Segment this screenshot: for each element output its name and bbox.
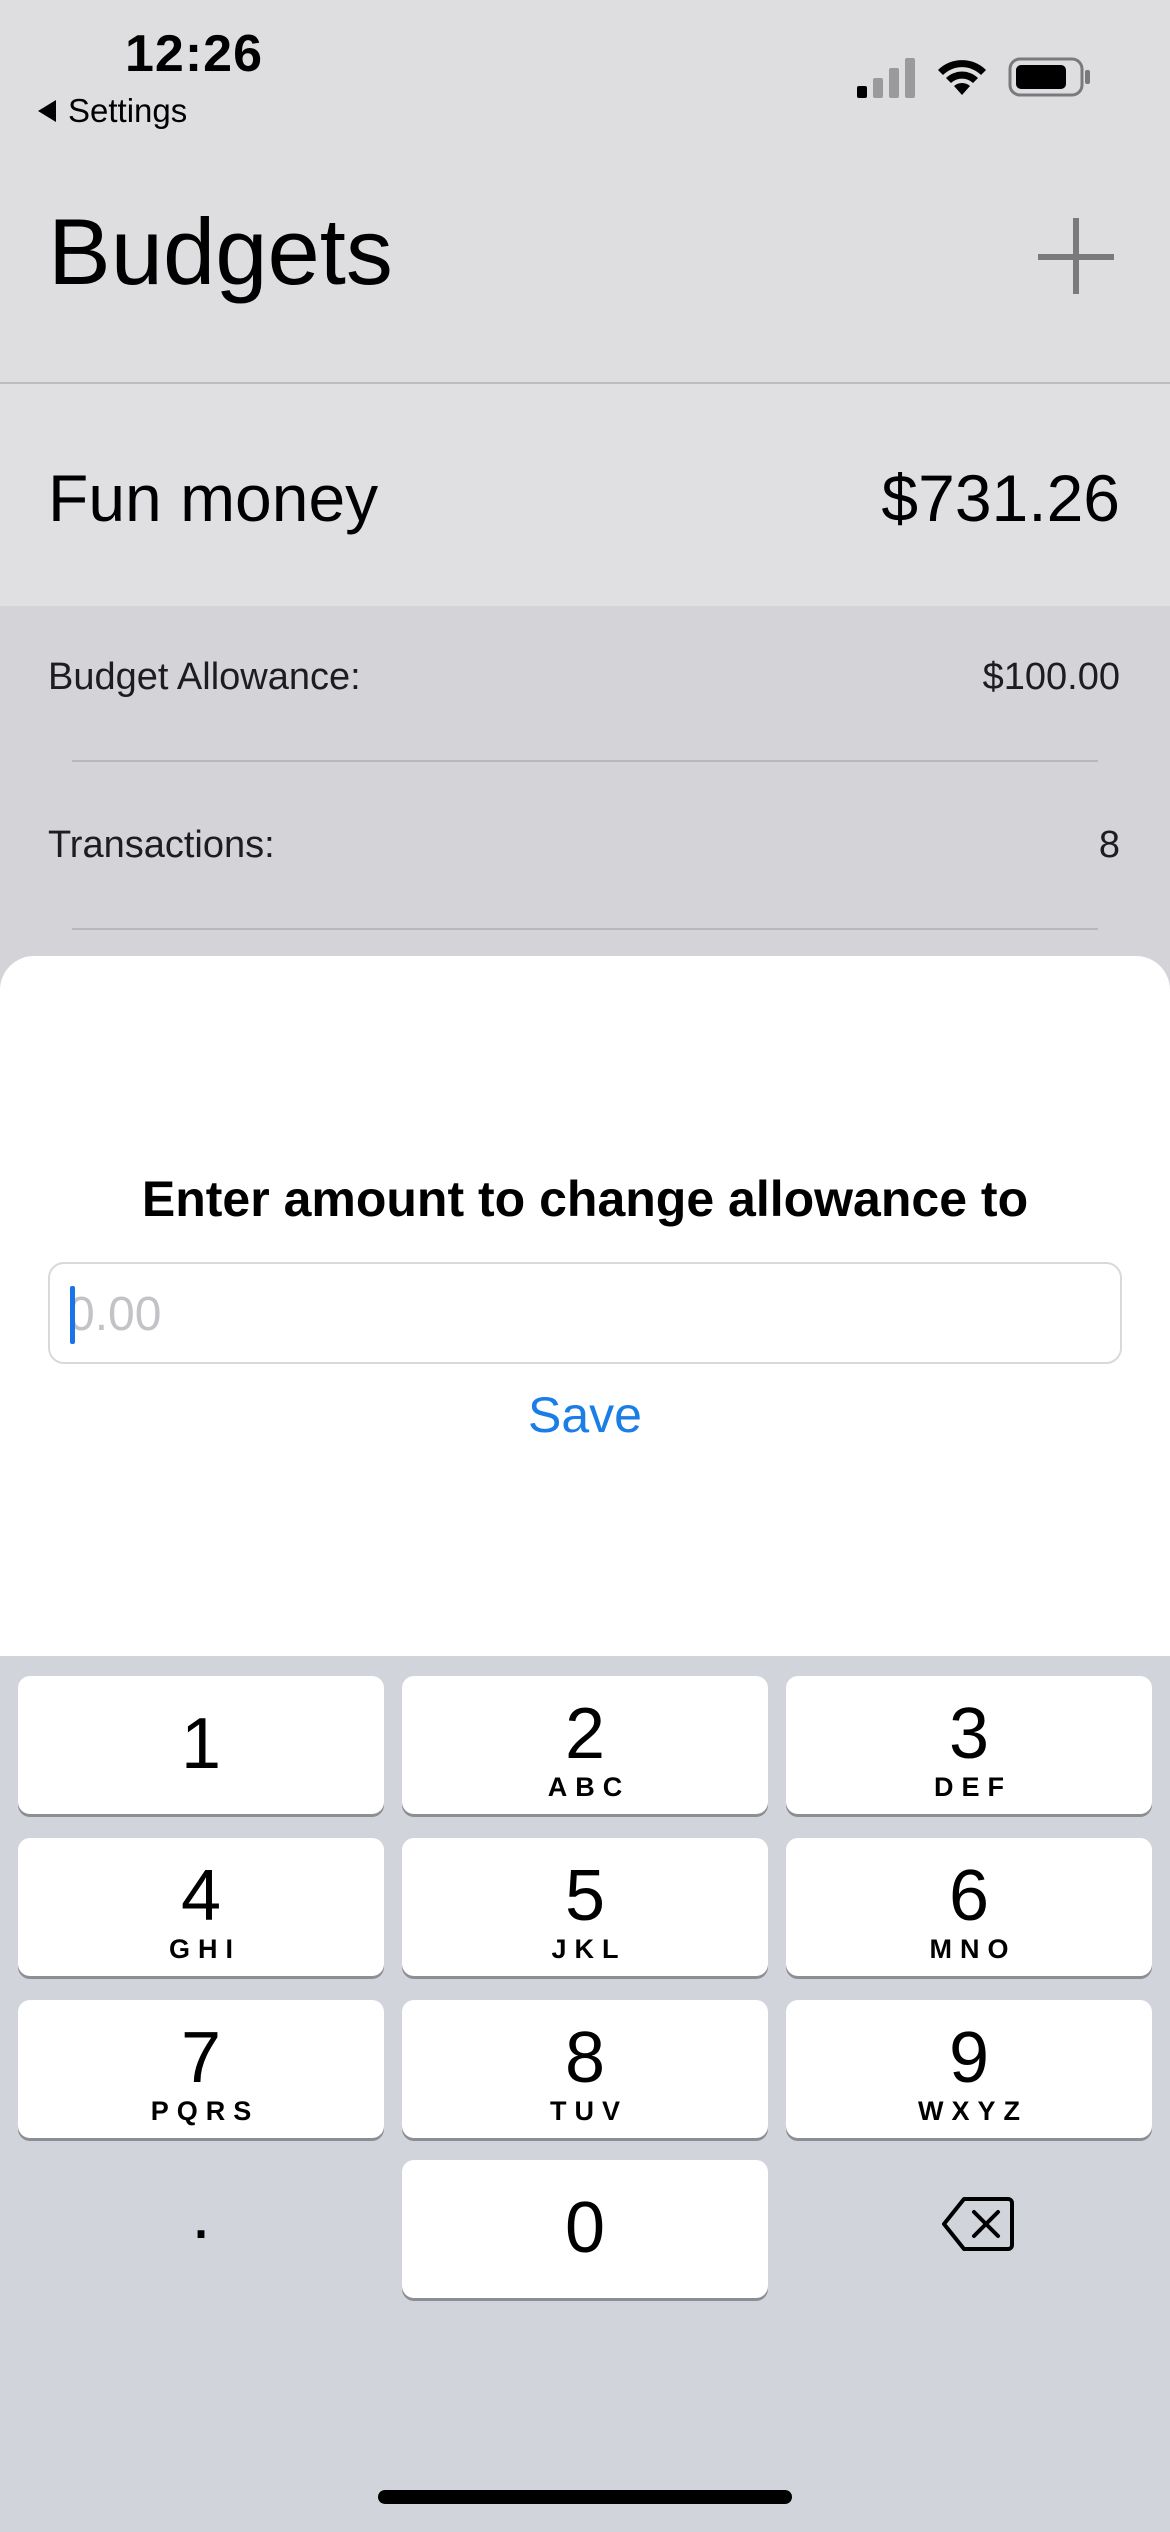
key-8[interactable]: 8 TUV [402, 2000, 768, 2138]
key-digit: 3 [948, 1694, 990, 1774]
key-5[interactable]: 5 JKL [402, 1838, 768, 1976]
key-3[interactable]: 3 DEF [786, 1676, 1152, 1814]
key-digit: 0 [564, 2188, 606, 2268]
key-letters: PQRS [150, 2096, 260, 2126]
key-letters: ABC [547, 1772, 631, 1802]
key-letters: TUV [550, 2096, 628, 2126]
sheet-title: Enter amount to change allowance to [141, 1171, 1029, 1227]
home-indicator[interactable] [378, 2490, 792, 2504]
detail-value: 8 [1098, 824, 1120, 866]
key-9[interactable]: 9 WXYZ [786, 2000, 1152, 2138]
detail-value: $100.00 [982, 656, 1120, 698]
amount-input[interactable] [68, 1276, 1098, 1352]
battery-icon [1008, 57, 1090, 97]
back-arrow-icon [38, 100, 56, 122]
page-title: Budgets [48, 199, 393, 304]
status-bar: 12:26 Settings [0, 0, 1170, 140]
key-6[interactable]: 6 MNO [786, 1838, 1152, 1976]
key-7[interactable]: 7 PQRS [18, 2000, 384, 2138]
key-letters: JKL [551, 1934, 627, 1964]
save-button[interactable]: Save [0, 1386, 1170, 1444]
detail-row-transactions[interactable]: Transactions: 8 [0, 774, 1170, 942]
key-digit: . [190, 2174, 211, 2254]
add-budget-button[interactable] [1038, 218, 1114, 294]
key-decimal[interactable]: . [18, 2156, 384, 2294]
key-digit: 7 [180, 2018, 222, 2098]
budget-row[interactable]: Fun money $731.26 [0, 384, 1170, 606]
divider [72, 928, 1098, 930]
key-0[interactable]: 0 [402, 2160, 768, 2298]
status-time: 12:26 [125, 25, 263, 83]
key-digit: 5 [564, 1856, 606, 1936]
allowance-sheet: Enter amount to change allowance to Save [0, 956, 1170, 1656]
detail-label: Transactions: [48, 824, 275, 866]
key-1[interactable]: 1 [18, 1676, 384, 1814]
key-letters: DEF [934, 1772, 1012, 1802]
key-digit: 8 [564, 2018, 606, 2098]
budget-details: Budget Allowance: $100.00 Transactions: … [0, 606, 1170, 1006]
divider [72, 760, 1098, 762]
back-to-settings-link[interactable]: Settings [38, 92, 187, 130]
text-cursor [70, 1286, 75, 1344]
amount-field[interactable] [48, 1262, 1122, 1364]
key-digit: 2 [564, 1694, 606, 1774]
budget-name: Fun money [48, 461, 379, 535]
key-letters: MNO [929, 1934, 1017, 1964]
key-letters: WXYZ [918, 2096, 1028, 2126]
key-digit: 4 [180, 1856, 222, 1936]
backspace-icon[interactable] [942, 2196, 1014, 2252]
key-digit: 6 [948, 1856, 990, 1936]
key-letters: GHI [168, 1934, 241, 1964]
key-digit: 9 [948, 2018, 990, 2098]
wifi-icon [938, 60, 986, 95]
key-2[interactable]: 2 ABC [402, 1676, 768, 1814]
detail-row-allowance[interactable]: Budget Allowance: $100.00 [0, 606, 1170, 774]
signal-icon [857, 58, 915, 98]
budget-amount: $731.26 [881, 461, 1120, 535]
app-background: 12:26 Settings Budgets Fun money $731.26 [0, 0, 1170, 1006]
key-4[interactable]: 4 GHI [18, 1838, 384, 1976]
numeric-keypad: 1 2 ABC 3 DEF 4 GHI 5 JKL 6 MNO 7 PQRS 8… [0, 1656, 1170, 2532]
key-digit: 1 [180, 1704, 222, 1784]
back-label: Settings [68, 92, 188, 129]
detail-label: Budget Allowance: [48, 656, 361, 698]
